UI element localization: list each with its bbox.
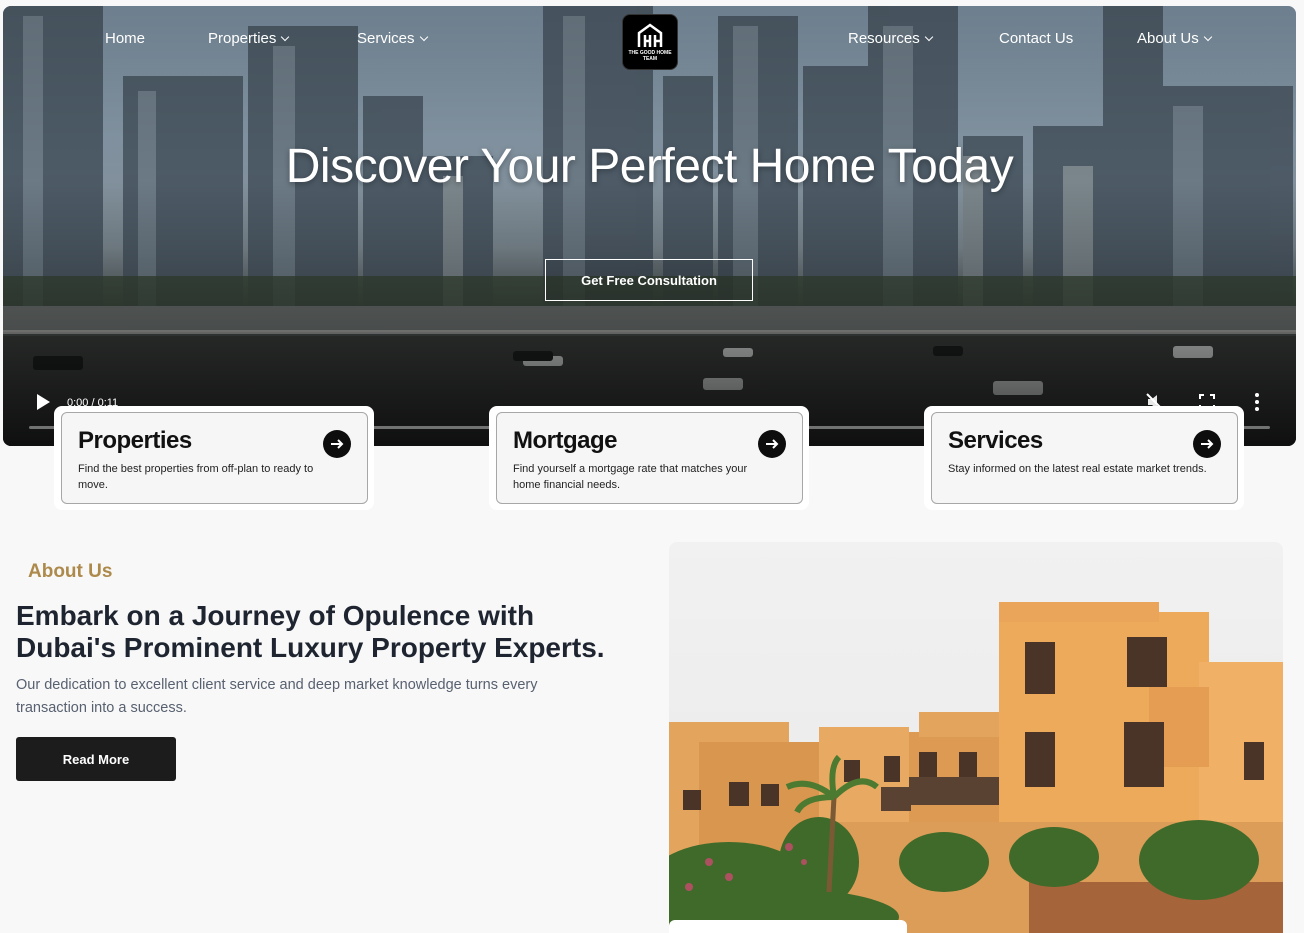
chevron-down-icon (281, 32, 290, 41)
card-mortgage-wrapper: Mortgage Find yourself a mortgage rate t… (489, 406, 809, 510)
nav-label: Properties (208, 30, 277, 47)
properties-card[interactable]: Properties Find the best properties from… (61, 412, 368, 504)
read-more-button[interactable]: Read More (16, 737, 176, 781)
hero-title: Discover Your Perfect Home Today (285, 140, 1014, 193)
hero-overlay (3, 6, 1296, 446)
arrow-right-icon[interactable] (758, 430, 786, 458)
card-properties-wrapper: Properties Find the best properties from… (54, 406, 374, 510)
nav-item-contact-us[interactable]: Contact Us (999, 30, 1073, 47)
about-section-label: About Us (28, 561, 113, 582)
about-title: Embark on a Journey of Opulence with Dub… (16, 600, 605, 663)
nav-label: Services (357, 30, 415, 47)
card-title: Mortgage (513, 427, 618, 454)
arrow-right-icon[interactable] (323, 430, 351, 458)
about-description: Our dedication to excellent client servi… (16, 677, 538, 716)
card-services-wrapper: Services Stay informed on the latest rea… (924, 406, 1244, 510)
nav-item-about-us[interactable]: About Us (1137, 30, 1212, 47)
mortgage-card[interactable]: Mortgage Find yourself a mortgage rate t… (496, 412, 803, 504)
nav-item-services[interactable]: Services (357, 30, 428, 47)
nav-label: About Us (1137, 30, 1199, 47)
card-text: Find yourself a mortgage rate that match… (513, 463, 748, 491)
nav-label: Contact Us (999, 30, 1074, 47)
nav-item-properties[interactable]: Properties (208, 30, 290, 47)
logo-text: THE GOOD HOME TEAM (628, 49, 672, 62)
play-icon[interactable] (37, 394, 50, 410)
card-title: Properties (78, 427, 192, 454)
site-logo[interactable]: THE GOOD HOME TEAM (622, 14, 678, 70)
chevron-down-icon (419, 32, 428, 41)
get-free-consultation-button[interactable]: Get Free Consultation (545, 259, 753, 301)
nav-label: Resources (848, 30, 920, 47)
chevron-down-icon (1203, 32, 1212, 41)
nav-item-resources[interactable]: Resources (848, 30, 933, 47)
services-card[interactable]: Services Stay informed on the latest rea… (931, 412, 1238, 504)
card-text: Find the best properties from off-plan t… (78, 463, 314, 491)
nav-label: Home (105, 30, 146, 47)
card-text: Stay informed on the latest real estate … (948, 463, 1207, 475)
hero-video[interactable]: Home Properties Services Resources Conta… (3, 6, 1296, 446)
villa-image (669, 542, 1283, 933)
chevron-down-icon (924, 32, 933, 41)
more-options-icon[interactable] (1253, 392, 1261, 412)
content-card-edge (669, 920, 907, 933)
card-title: Services (948, 427, 1043, 454)
house-logo-icon (637, 22, 663, 47)
nav-item-home[interactable]: Home (105, 30, 145, 47)
arrow-right-icon[interactable] (1193, 430, 1221, 458)
